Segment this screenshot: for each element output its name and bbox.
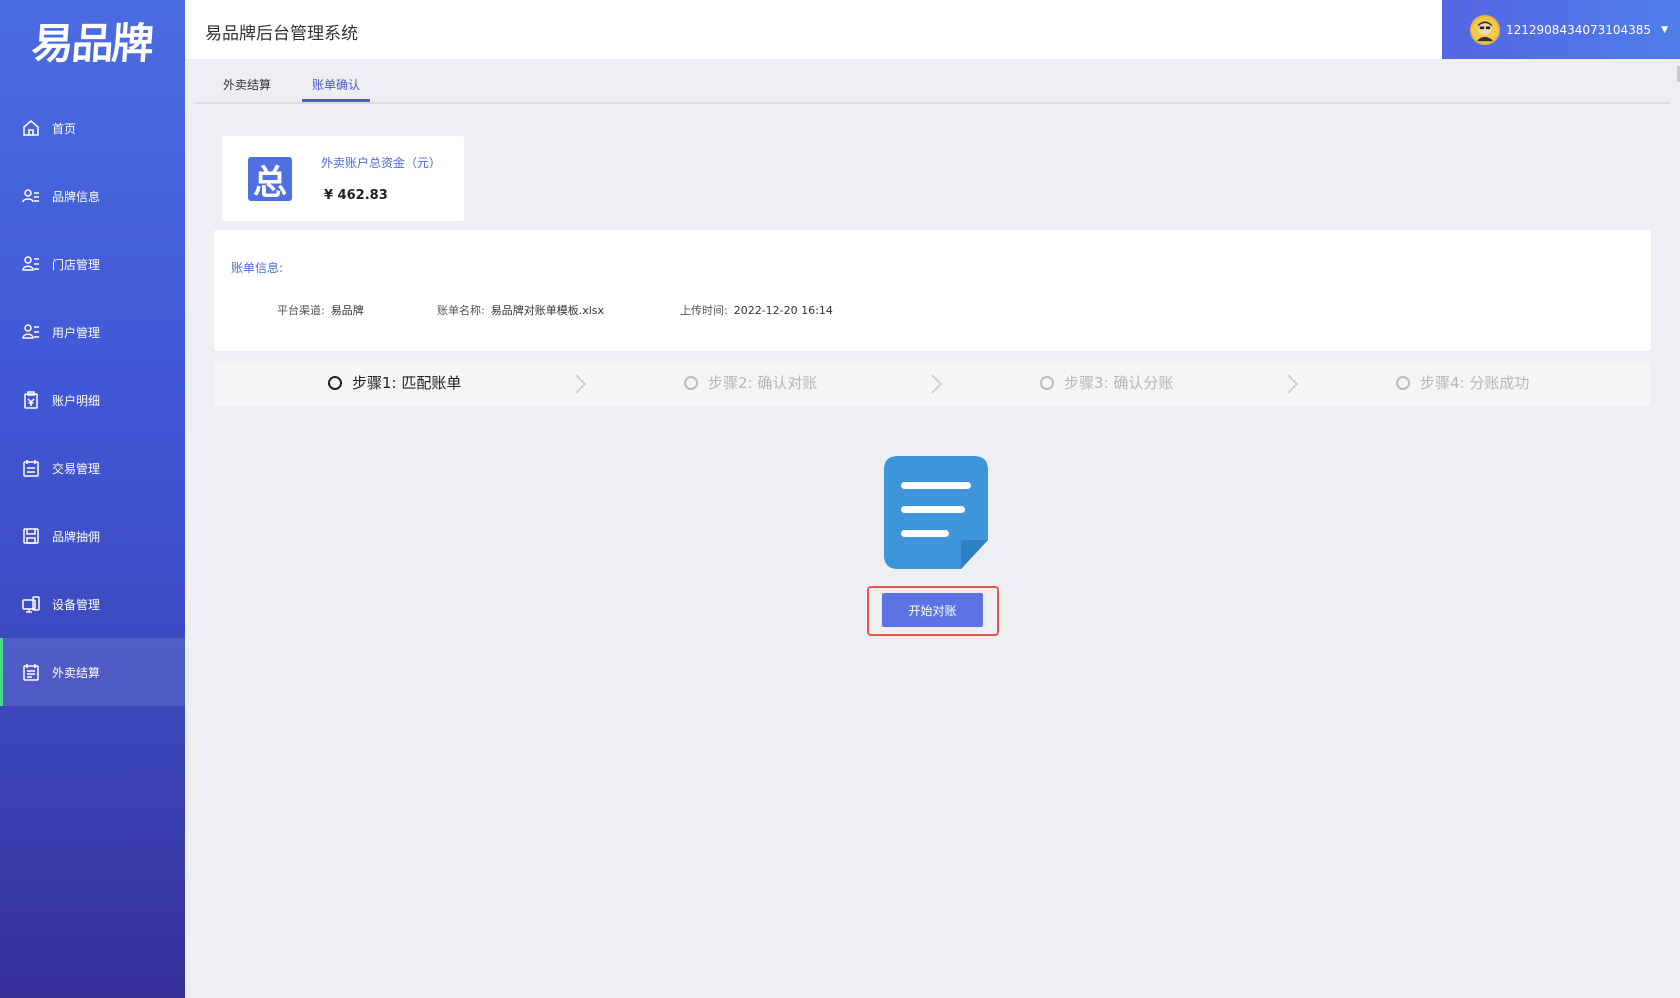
chevron-down-icon: ▼ bbox=[1661, 24, 1668, 35]
step-label: 步骤2: 确认对账 bbox=[708, 374, 818, 392]
sidebar-item-settlement[interactable]: 外卖结算 bbox=[0, 638, 185, 706]
sidebar-item-label: 品牌抽佣 bbox=[52, 529, 101, 544]
sidebar-item-label: 首页 bbox=[52, 121, 77, 136]
sidebar-item-brand-info[interactable]: 品牌信息 bbox=[0, 162, 185, 230]
step-label: 步骤3: 确认分账 bbox=[1064, 374, 1174, 392]
upload-time-label: 上传时间: bbox=[680, 304, 728, 317]
account-icon bbox=[22, 391, 40, 409]
step-circle-icon bbox=[328, 375, 342, 390]
upload-time-field: 上传时间: 2022-12-20 16:14 bbox=[680, 302, 833, 318]
top-bar: 易品牌后台管理系统 1212908434073104385 ▼ bbox=[185, 0, 1680, 59]
start-reconcile-button[interactable]: 开始对账 bbox=[882, 593, 983, 627]
sidebar: 易品牌 首页 品牌信息 门店管理 用户管理 账户明细 交易管理 品牌抽佣 设备管… bbox=[0, 0, 185, 998]
chevron-right-icon bbox=[1287, 374, 1299, 394]
app-title: 易品牌后台管理系统 bbox=[205, 24, 358, 44]
home-icon bbox=[22, 119, 40, 137]
settlement-icon bbox=[22, 663, 40, 681]
user-id: 1212908434073104385 bbox=[1506, 22, 1652, 37]
step-4: 步骤4: 分账成功 bbox=[1396, 372, 1529, 393]
platform-field: 平台渠道: 易品牌 bbox=[277, 302, 364, 318]
bill-name-field: 账单名称: 易品牌对账单模板.xlsx bbox=[437, 302, 604, 318]
chevron-right-icon bbox=[931, 374, 943, 394]
platform-value: 易品牌 bbox=[330, 304, 364, 317]
sidebar-item-user[interactable]: 用户管理 bbox=[0, 298, 185, 366]
bill-name-label: 账单名称: bbox=[437, 304, 485, 317]
platform-label: 平台渠道: bbox=[277, 304, 325, 317]
sidebar-item-transaction[interactable]: 交易管理 bbox=[0, 434, 185, 502]
transaction-icon bbox=[22, 459, 40, 477]
step-3: 步骤3: 确认分账 bbox=[1040, 372, 1173, 393]
user-menu[interactable]: 1212908434073104385 ▼ bbox=[1442, 0, 1680, 59]
sidebar-item-label: 设备管理 bbox=[52, 597, 101, 612]
sidebar-nav: 首页 品牌信息 门店管理 用户管理 账户明细 交易管理 品牌抽佣 设备管理 外卖… bbox=[0, 94, 185, 706]
logo-text: 易品牌 bbox=[30, 18, 155, 68]
step-1: 步骤1: 匹配账单 bbox=[328, 372, 461, 393]
sidebar-item-label: 账户明细 bbox=[52, 393, 101, 408]
avatar bbox=[1470, 14, 1500, 45]
sidebar-item-label: 品牌信息 bbox=[52, 189, 101, 204]
upload-time-value: 2022-12-20 16:14 bbox=[733, 304, 833, 317]
tab-bill-confirm[interactable]: 账单确认 bbox=[302, 76, 371, 102]
steps-bar: 步骤1: 匹配账单 步骤2: 确认对账 步骤3: 确认分账 步骤4: 分账成功 bbox=[214, 361, 1651, 406]
document-icon bbox=[884, 456, 988, 569]
fund-label: 外卖账户总资金（元） bbox=[321, 156, 442, 170]
user-icon bbox=[22, 323, 40, 341]
sidebar-item-label: 门店管理 bbox=[52, 257, 101, 272]
logo[interactable]: 易品牌 bbox=[0, 0, 185, 80]
bill-info-panel: 账单信息: 平台渠道: 易品牌 账单名称: 易品牌对账单模板.xlsx 上传时间: 2… bbox=[214, 230, 1651, 351]
sidebar-item-label: 用户管理 bbox=[52, 325, 101, 340]
sidebar-item-label: 外卖结算 bbox=[52, 665, 101, 680]
sidebar-item-commission[interactable]: 品牌抽佣 bbox=[0, 502, 185, 570]
step-label: 步骤1: 匹配账单 bbox=[352, 374, 462, 392]
sidebar-item-account[interactable]: 账户明细 bbox=[0, 366, 185, 434]
tab-takeout-settlement[interactable]: 外卖结算 bbox=[223, 76, 271, 102]
bill-info-heading: 账单信息: bbox=[231, 261, 284, 275]
step-2: 步骤2: 确认对账 bbox=[684, 372, 817, 393]
sidebar-item-store[interactable]: 门店管理 bbox=[0, 230, 185, 298]
device-icon bbox=[22, 595, 40, 613]
bill-name-value: 易品牌对账单模板.xlsx bbox=[490, 304, 605, 317]
step-circle-icon bbox=[1396, 375, 1410, 390]
tab-bar: 外卖结算 账单确认 bbox=[195, 66, 1670, 104]
store-icon bbox=[22, 255, 40, 273]
step-circle-icon bbox=[684, 375, 698, 390]
sidebar-item-label: 交易管理 bbox=[52, 461, 101, 476]
total-icon: 总 bbox=[248, 157, 292, 203]
fund-card: 总 外卖账户总资金（元） ¥ 462.83 bbox=[222, 136, 464, 221]
sidebar-item-device[interactable]: 设备管理 bbox=[0, 570, 185, 638]
step-label: 步骤4: 分账成功 bbox=[1420, 374, 1530, 392]
chevron-right-icon bbox=[575, 374, 587, 394]
sidebar-item-home[interactable]: 首页 bbox=[0, 94, 185, 162]
commission-icon bbox=[22, 527, 40, 545]
brand-info-icon bbox=[22, 187, 40, 205]
step-circle-icon bbox=[1040, 375, 1054, 390]
fund-value: ¥ 462.83 bbox=[324, 188, 388, 203]
